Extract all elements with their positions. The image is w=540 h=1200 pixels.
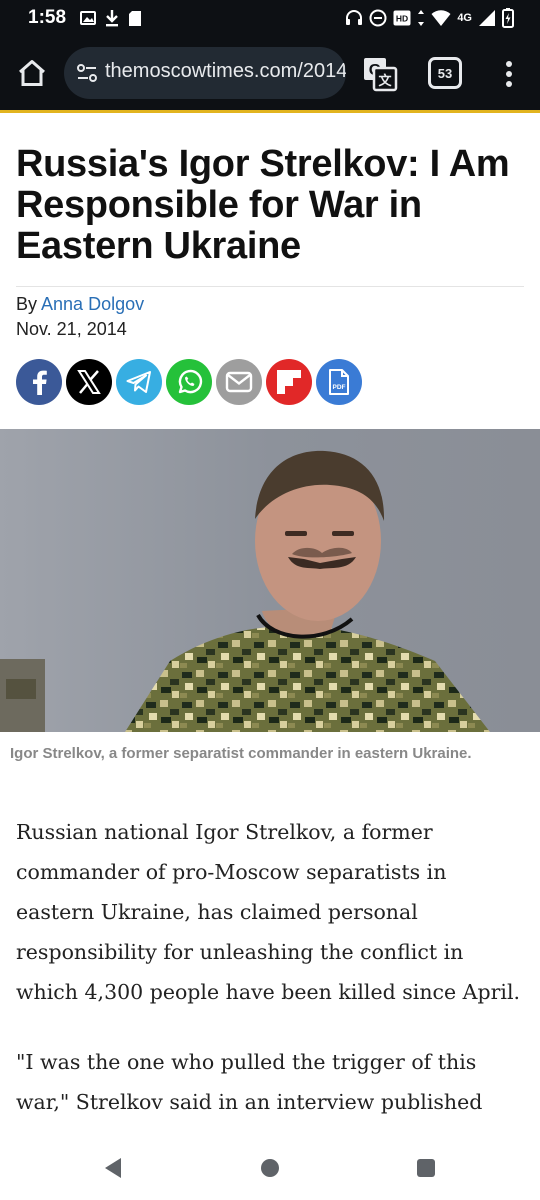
- home-nav-icon[interactable]: [261, 1159, 279, 1177]
- url-text[interactable]: themoscowtimes.com/2014/11/21/russias-ig…: [105, 60, 346, 83]
- wifi-icon: [431, 10, 451, 26]
- home-icon: [19, 60, 45, 86]
- byline: By Anna Dolgov: [16, 294, 144, 315]
- gallery-icon: [80, 11, 96, 25]
- more-menu-icon-dot: [506, 71, 512, 77]
- portrait-photo: [0, 429, 540, 732]
- data-transfer-icon: [418, 10, 425, 26]
- headline-divider: [16, 286, 524, 287]
- article-photo: [0, 429, 540, 732]
- more-menu-icon: [506, 61, 512, 67]
- image-caption: Igor Strelkov, a former separatist comma…: [10, 745, 472, 762]
- x-logo-icon: [77, 370, 101, 394]
- svg-text:HD: HD: [396, 14, 408, 24]
- cellular-signal-icon: [479, 10, 495, 26]
- translate-icon: G文: [364, 58, 398, 92]
- sd-card-icon: [129, 10, 141, 26]
- publish-date: Nov. 21, 2014: [16, 319, 127, 339]
- address-bar[interactable]: themoscowtimes.com/2014/11/21/russias-ig…: [64, 47, 346, 99]
- site-settings-icon[interactable]: [76, 62, 98, 84]
- more-menu-icon-dot: [506, 81, 512, 87]
- headset-icon: [346, 10, 363, 25]
- site-accent-bar: [0, 110, 540, 113]
- article-headline: Russia's Igor Strelkov: I Am Responsible…: [16, 143, 510, 267]
- tab-switcher-button[interactable]: 53: [428, 57, 462, 89]
- telegram-icon: [126, 371, 151, 393]
- share-buttons: PDF: [16, 359, 362, 405]
- download-icon: [106, 10, 118, 27]
- pdf-file-icon: PDF: [329, 369, 349, 395]
- share-facebook-button[interactable]: [16, 359, 62, 405]
- share-x-button[interactable]: [66, 359, 112, 405]
- status-bar: 1:58 HD 4G: [0, 0, 540, 38]
- back-icon[interactable]: [103, 1157, 123, 1179]
- status-system-icons: HD 4G: [345, 8, 514, 28]
- recents-icon[interactable]: [417, 1159, 435, 1177]
- battery-icon: [502, 8, 514, 28]
- whatsapp-icon: [178, 369, 203, 394]
- status-notification-icons: [80, 9, 142, 27]
- flipboard-icon: [277, 370, 301, 394]
- hd-icon: HD: [393, 10, 411, 26]
- tab-count: 53: [428, 57, 462, 89]
- status-time: 1:58: [28, 7, 67, 28]
- network-type-label: 4G: [457, 12, 472, 24]
- share-whatsapp-button[interactable]: [166, 359, 212, 405]
- do-not-disturb-icon: [369, 9, 387, 27]
- svg-text:文: 文: [378, 73, 392, 88]
- translate-button[interactable]: G文: [362, 56, 398, 92]
- facebook-icon: [33, 370, 47, 395]
- share-email-button[interactable]: [216, 359, 262, 405]
- email-icon: [225, 371, 253, 393]
- system-navigation-bar: [0, 1135, 540, 1200]
- share-telegram-button[interactable]: [116, 359, 162, 405]
- author-link[interactable]: Anna Dolgov: [41, 294, 144, 314]
- share-pdf-button[interactable]: PDF: [316, 359, 362, 405]
- article-paragraph: Russian national Igor Strelkov, a former…: [16, 820, 521, 1004]
- byline-prefix: By: [16, 294, 38, 314]
- share-flipboard-button[interactable]: [266, 359, 312, 405]
- home-button[interactable]: [14, 55, 50, 91]
- svg-text:PDF: PDF: [333, 384, 346, 391]
- browser-menu-button[interactable]: [495, 56, 523, 92]
